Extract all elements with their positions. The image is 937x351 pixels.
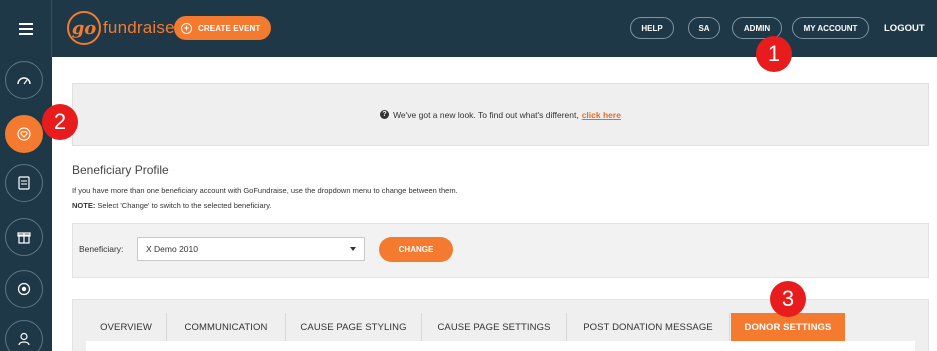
target-icon bbox=[17, 282, 31, 296]
tab-post-donation-message[interactable]: POST DONATION MESSAGE bbox=[567, 313, 730, 341]
question-circle-icon: ? bbox=[380, 110, 390, 119]
dropdown-caret-icon bbox=[350, 247, 356, 251]
logo-mark: go bbox=[67, 11, 101, 45]
heart-icon bbox=[17, 127, 31, 141]
sidebar-item-dashboard[interactable] bbox=[5, 61, 43, 99]
dashboard-icon bbox=[17, 77, 31, 85]
user-icon bbox=[18, 332, 30, 346]
step-badge-2: 2 bbox=[42, 104, 78, 140]
logout-link[interactable]: LOGOUT bbox=[884, 17, 925, 39]
gift-icon bbox=[17, 232, 31, 244]
sidebar-item-rewards[interactable] bbox=[5, 218, 43, 256]
beneficiary-select[interactable]: X Demo 2010 bbox=[137, 237, 365, 261]
sa-button[interactable]: SA bbox=[688, 17, 720, 39]
help-button[interactable]: HELP bbox=[630, 17, 674, 39]
create-event-button[interactable]: + CREATE EVENT bbox=[174, 16, 271, 40]
tab-communication[interactable]: COMMUNICATION bbox=[167, 313, 286, 341]
my-account-button[interactable]: MY ACCOUNT bbox=[792, 17, 869, 39]
tab-overview[interactable]: OVERVIEW bbox=[86, 313, 167, 341]
beneficiary-label: Beneficiary: bbox=[79, 244, 124, 254]
tab-donor-settings[interactable]: DONOR SETTINGS bbox=[731, 313, 845, 341]
document-icon bbox=[18, 176, 30, 190]
note-text: Select 'Change' to switch to the selecte… bbox=[95, 201, 272, 210]
click-here-link[interactable]: click here bbox=[582, 110, 621, 120]
create-event-label: CREATE EVENT bbox=[198, 23, 261, 33]
sidebar-item-goals[interactable] bbox=[5, 270, 43, 308]
sidebar-item-documents[interactable] bbox=[5, 164, 43, 202]
tab-cause-page-settings[interactable]: CAUSE PAGE SETTINGS bbox=[422, 313, 567, 341]
hamburger-icon bbox=[18, 22, 33, 35]
gofundraise-logo[interactable]: go fundraise bbox=[67, 11, 175, 45]
notice-text: We've got a new look. To find out what's… bbox=[393, 109, 579, 120]
step-badge-1: 1 bbox=[756, 36, 792, 72]
menu-button[interactable] bbox=[0, 0, 52, 57]
sidebar-item-causes[interactable] bbox=[5, 115, 43, 153]
step-badge-3: 3 bbox=[770, 281, 806, 317]
new-look-notice: ? We've got a new look. To find out what… bbox=[72, 83, 929, 146]
change-button[interactable]: CHANGE bbox=[379, 237, 453, 262]
logo-text: fundraise bbox=[103, 18, 175, 37]
beneficiary-selected-value: X Demo 2010 bbox=[146, 244, 198, 254]
beneficiary-note: NOTE: Select 'Change' to switch to the s… bbox=[72, 201, 272, 210]
sidebar-item-users[interactable] bbox=[5, 320, 43, 351]
tab-content-area bbox=[86, 341, 915, 351]
note-label: NOTE: bbox=[72, 201, 96, 210]
page-title: Beneficiary Profile bbox=[72, 163, 169, 177]
beneficiary-description: If you have more than one beneficiary ac… bbox=[72, 186, 458, 195]
tab-cause-page-styling[interactable]: CAUSE PAGE STYLING bbox=[286, 313, 422, 341]
plus-circle-icon: + bbox=[181, 22, 192, 34]
